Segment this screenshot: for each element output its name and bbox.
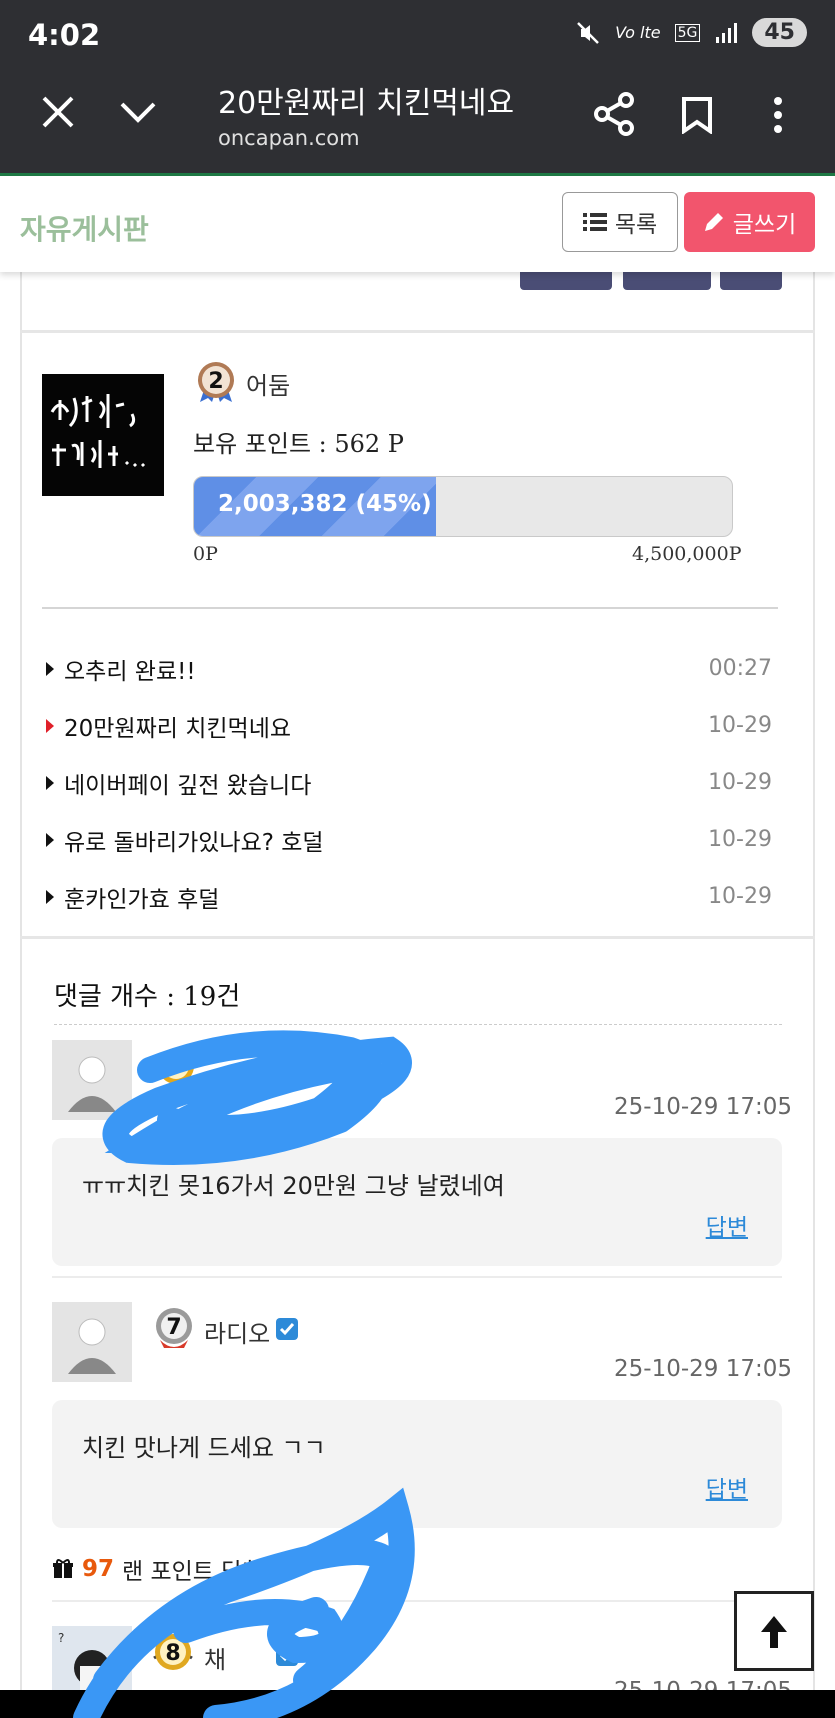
profile-divider	[42, 607, 778, 609]
bullet-icon	[46, 832, 54, 847]
comment-body: ㅠㅠ치킨 못16가서 20만원 그냥 날렸네여 답변	[52, 1138, 782, 1266]
list-item[interactable]: 20만원짜리 치킨먹네요 10-29	[46, 697, 772, 754]
post-title: 네이버페이 깊전 왔습니다	[64, 772, 312, 799]
point-prize-notice: 97 랜 포인트 당첨!	[52, 1552, 273, 1586]
bookmark-icon[interactable]	[680, 96, 714, 134]
prize-number: 97	[82, 1556, 115, 1582]
comment-author[interactable]: 채	[204, 1640, 226, 1675]
action-button-stub[interactable]	[623, 272, 711, 290]
status-icons: Vo lte 5G 45	[575, 18, 807, 47]
author-nickname[interactable]: 어둠	[246, 366, 290, 401]
user-photo-icon: ?	[58, 1631, 110, 1690]
author-profile-image	[42, 374, 164, 496]
author-points: 보유 포인트 : 562 P	[193, 430, 404, 458]
scroll-top-button[interactable]	[734, 1591, 814, 1671]
post-date: 10-29	[708, 884, 772, 909]
post-title: 유로 돌바리가있나요? 호덜	[64, 829, 324, 856]
comment-time: 25-10-29 17:05	[614, 1094, 792, 1120]
write-button[interactable]: 글쓰기	[684, 192, 815, 252]
mute-icon	[577, 21, 600, 44]
section-divider	[20, 936, 815, 939]
reply-link[interactable]: 답변	[706, 1208, 748, 1242]
list-button-label: 목록	[614, 212, 658, 238]
author-post-list: 오추리 완료!! 00:27 20만원짜리 치킨먹네요 10-29 네이버페이 …	[46, 640, 772, 925]
action-button-stub[interactable]	[520, 272, 612, 290]
level-number: 8	[165, 1641, 180, 1666]
post-title: 오추리 완료!!	[64, 658, 196, 685]
list-item[interactable]: 오추리 완료!! 00:27	[46, 640, 772, 697]
arrow-up-icon	[761, 1616, 787, 1648]
level-badge-icon: 7	[156, 1308, 192, 1348]
avatar	[52, 1302, 132, 1382]
level-badge-icon: 2	[198, 362, 234, 402]
post-date: 00:27	[708, 656, 772, 681]
verified-check-icon	[276, 1644, 298, 1666]
action-button-stub[interactable]	[720, 272, 782, 290]
exp-max-label: 4,500,000P	[632, 543, 742, 565]
default-avatar-icon	[68, 1318, 116, 1374]
bullet-icon	[46, 889, 54, 904]
battery-indicator: 45	[752, 18, 807, 47]
comment-text: 치킨 맛나게 드세요 ㄱㄱ	[82, 1434, 326, 1462]
exp-progress-bar: 2,003,382 (45%)	[193, 476, 733, 537]
post-title: 20만원짜리 치킨먹네요	[64, 715, 292, 742]
svg-text:?: ?	[58, 1631, 64, 1645]
post-date: 10-29	[708, 770, 772, 795]
bullet-icon	[46, 775, 54, 790]
signal-icon	[716, 22, 738, 43]
avatar	[52, 1040, 132, 1120]
list-button[interactable]: 목록	[562, 192, 678, 252]
post-date: 10-29	[708, 827, 772, 852]
section-divider	[20, 330, 815, 333]
share-icon[interactable]	[594, 92, 634, 136]
comment-body: 치킨 맛나게 드세요 ㄱㄱ 답변	[52, 1400, 782, 1528]
comment-divider	[52, 1276, 782, 1278]
board-header: 자유게시판 목록 글쓰기	[0, 176, 835, 272]
exp-progress-text: 2,003,382 (45%)	[218, 491, 432, 517]
list-item[interactable]: 유로 돌바리가있나요? 호덜 10-29	[46, 811, 772, 868]
level-badge-icon	[158, 1048, 194, 1084]
pencil-icon	[704, 213, 723, 231]
browser-top-bar: 4:02 Vo lte 5G 45 20만원짜리 치킨먹네요 oncapan.c…	[0, 0, 835, 175]
list-icon	[582, 213, 607, 231]
comment-author[interactable]: 라디오	[204, 1314, 270, 1349]
write-button-label: 글쓰기	[732, 212, 797, 238]
post-title: 훈카인가효 후덜	[64, 886, 220, 913]
page-title: 20만원짜리 치킨먹네요	[218, 86, 515, 121]
post-date: 10-29	[708, 713, 772, 738]
level-number: 7	[166, 1315, 181, 1340]
system-nav-bar	[0, 1690, 835, 1718]
page-url[interactable]: oncapan.com	[218, 126, 360, 150]
prize-text: 랜 포인트 당첨!	[122, 1559, 273, 1585]
exp-min-label: 0P	[193, 543, 218, 565]
volte-label: Vo lte	[615, 23, 661, 42]
list-item[interactable]: 훈카인가효 후덜 10-29	[46, 868, 772, 925]
comment-count: 댓글 개수 : 19건	[54, 982, 241, 1012]
gift-icon	[53, 1559, 73, 1578]
current-bullet-icon	[46, 718, 54, 733]
network-5g-label: 5G	[674, 23, 701, 42]
verified-check-icon	[276, 1318, 298, 1340]
bullet-icon	[46, 661, 54, 676]
default-avatar-icon	[68, 1056, 116, 1112]
close-icon[interactable]	[38, 92, 78, 132]
handwriting-image	[50, 394, 146, 468]
more-icon[interactable]	[770, 96, 786, 134]
comment-divider	[52, 1600, 782, 1602]
reply-link[interactable]: 답변	[706, 1470, 748, 1504]
level-badge-icon: 8	[153, 1634, 193, 1670]
list-item[interactable]: 네이버페이 깊전 왔습니다 10-29	[46, 754, 772, 811]
level-number: 2	[208, 369, 223, 394]
comments-divider	[54, 1024, 782, 1025]
comment-time: 25-10-29 17:05	[614, 1356, 792, 1382]
chevron-down-icon[interactable]	[118, 96, 158, 130]
comment-text: ㅠㅠ치킨 못16가서 20만원 그냥 날렸네여	[82, 1172, 505, 1200]
board-title[interactable]: 자유게시판	[20, 208, 149, 248]
status-time: 4:02	[28, 18, 101, 52]
